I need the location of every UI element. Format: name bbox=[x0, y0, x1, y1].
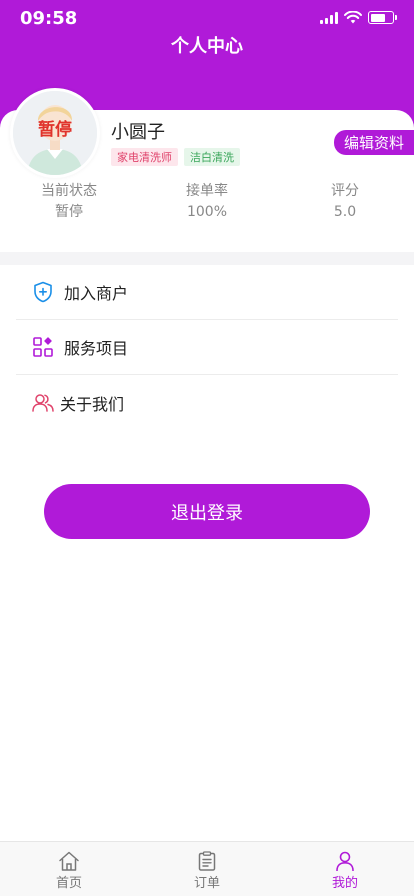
tab-mine[interactable]: 我的 bbox=[276, 842, 414, 896]
menu-item-label: 服务项目 bbox=[64, 339, 129, 358]
home-icon bbox=[59, 851, 79, 871]
menu-list: 加入商户 服务项目 关于我们 bbox=[0, 265, 414, 841]
tab-orders[interactable]: 订单 bbox=[138, 842, 276, 896]
tab-label: 我的 bbox=[331, 876, 358, 891]
status-icons bbox=[320, 11, 397, 24]
username: 小圆子 bbox=[111, 122, 165, 143]
menu-item-label: 加入商户 bbox=[64, 284, 129, 303]
user-icon bbox=[336, 851, 354, 871]
stat-value: 暂停 bbox=[55, 204, 83, 220]
stat-label: 接单率 bbox=[186, 183, 228, 199]
tab-label: 首页 bbox=[55, 876, 82, 891]
wifi-icon bbox=[344, 11, 362, 24]
users-icon bbox=[32, 392, 54, 414]
menu-item-label: 关于我们 bbox=[60, 394, 125, 414]
tab-label: 订单 bbox=[193, 876, 220, 891]
tab-bar: 首页 订单 我的 bbox=[0, 841, 414, 896]
skill-tag: 洁白清洗 bbox=[184, 148, 240, 166]
page-title: 个人中心 bbox=[171, 36, 243, 57]
skill-tag: 家电清洗师 bbox=[111, 148, 178, 166]
menu-item-join-merchant[interactable]: 加入商户 bbox=[16, 265, 398, 320]
tab-home[interactable]: 首页 bbox=[0, 842, 138, 896]
stats-row: 当前状态 暂停 接单率 100% 评分 5.0 bbox=[0, 181, 414, 223]
shield-plus-icon bbox=[32, 281, 54, 303]
stat-acceptance-rate: 接单率 100% bbox=[138, 181, 276, 223]
stat-label: 评分 bbox=[331, 183, 359, 199]
avatar[interactable]: 暂停 bbox=[10, 88, 100, 178]
stat-status: 当前状态 暂停 bbox=[0, 181, 138, 223]
menu-item-services[interactable]: 服务项目 bbox=[16, 320, 398, 375]
skill-tags: 家电清洗师 洁白清洗 bbox=[111, 148, 240, 166]
edit-profile-button[interactable]: 编辑资料 bbox=[333, 130, 414, 155]
stat-rating: 评分 5.0 bbox=[276, 181, 414, 223]
cellular-signal-icon bbox=[320, 11, 338, 24]
avatar-status-stamp: 暂停 bbox=[38, 120, 72, 140]
clipboard-icon bbox=[198, 851, 216, 871]
profile-card: 暂停 小圆子 家电清洗师 洁白清洗 编辑资料 当前状态 暂停 接单率 100% … bbox=[0, 88, 414, 252]
stat-value: 5.0 bbox=[333, 204, 357, 220]
battery-icon bbox=[368, 11, 397, 24]
stat-value: 100% bbox=[186, 204, 228, 220]
status-time: 09:58 bbox=[20, 8, 78, 29]
stat-label: 当前状态 bbox=[41, 183, 97, 199]
grid-apps-icon bbox=[32, 336, 54, 358]
menu-item-about-us[interactable]: 关于我们 bbox=[16, 375, 398, 430]
logout-button[interactable]: 退出登录 bbox=[44, 484, 370, 539]
